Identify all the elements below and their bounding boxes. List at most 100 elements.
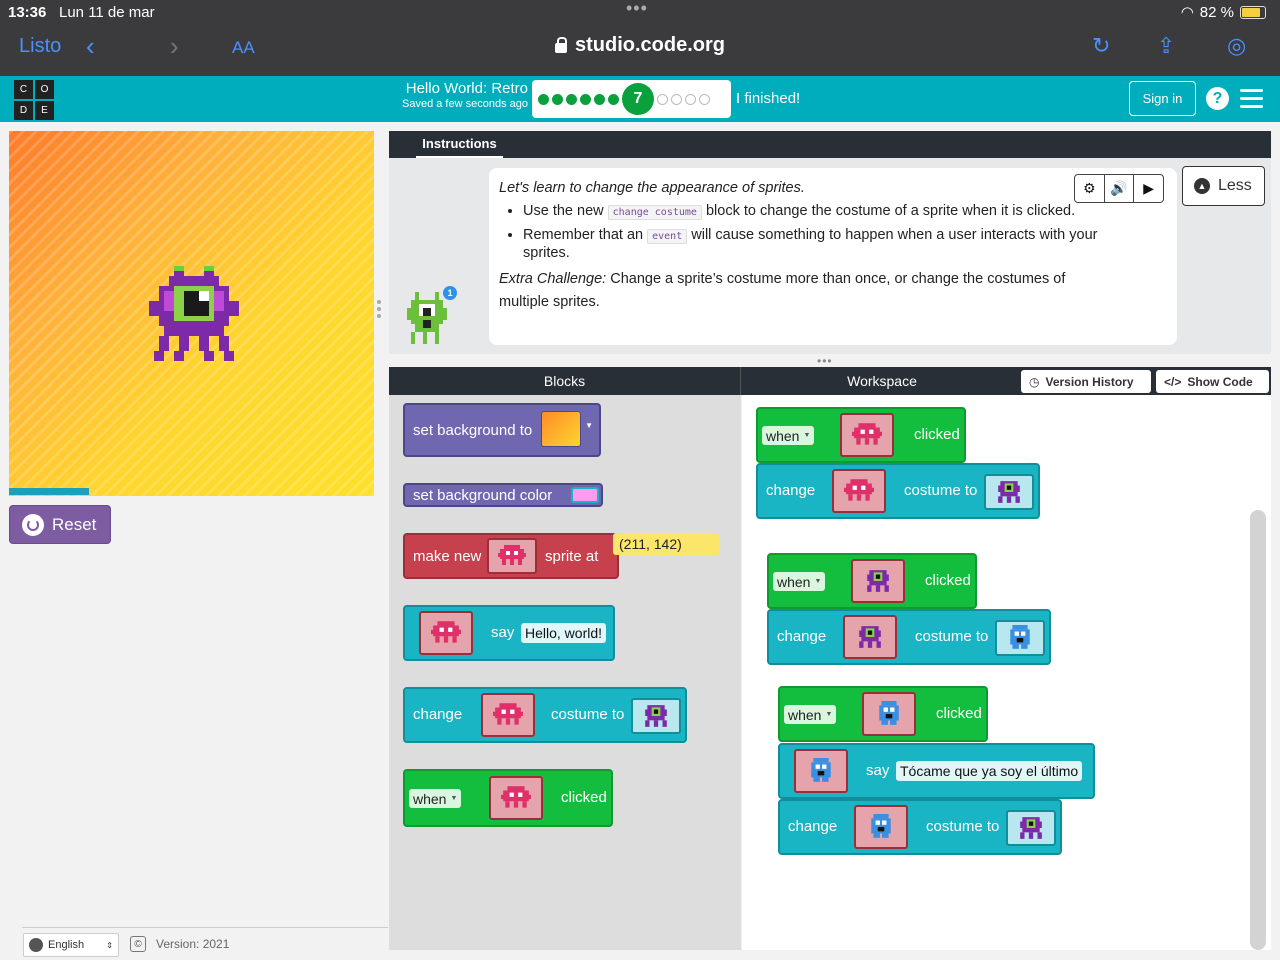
address-bar[interactable]: studio.code.org	[555, 34, 725, 57]
resize-grip-vertical[interactable]	[377, 300, 383, 321]
level-dot-upcoming[interactable]	[699, 93, 710, 105]
finished-link[interactable]: I finished!	[736, 90, 800, 107]
when-clicked-block[interactable]: when ▼ clicked	[778, 686, 988, 742]
sprite-picker[interactable]	[840, 413, 894, 457]
reload-icon[interactable]: ↻	[1092, 33, 1110, 59]
event-dropdown[interactable]: when ▼	[409, 789, 462, 808]
event-dropdown[interactable]: when ▼	[762, 426, 815, 445]
compass-icon[interactable]: ◎	[1227, 33, 1246, 59]
sprite-picker[interactable]	[419, 611, 473, 655]
change-costume-block[interactable]: change costume to	[778, 799, 1062, 855]
back-icon[interactable]: ‹	[86, 31, 95, 62]
status-right: ◠ 82 %	[1181, 3, 1266, 21]
purple-monster-icon	[998, 481, 1020, 503]
hamburger-menu-icon[interactable]	[1240, 89, 1263, 113]
multitask-dots-icon[interactable]: •••	[626, 0, 648, 19]
sprite-picker[interactable]	[489, 776, 543, 820]
code-logo[interactable]: C O D E	[14, 80, 54, 120]
instructions-tabbar: Instructions	[389, 131, 1271, 158]
lesson-title[interactable]: Hello World: Retro	[392, 80, 528, 97]
level-dot-current[interactable]: 7	[622, 83, 654, 115]
costume-picker[interactable]	[984, 474, 1034, 510]
sprite-picker[interactable]	[854, 805, 908, 849]
done-button[interactable]: Listo	[19, 35, 61, 58]
sprite-picker[interactable]	[832, 469, 886, 513]
forward-icon[interactable]: ›	[170, 31, 179, 62]
language-select[interactable]: English ⇕	[23, 933, 119, 957]
code-workspace[interactable]: when ▼ clicked change costume to when ▼ cl…	[742, 395, 1271, 950]
level-dot-completed[interactable]	[538, 93, 549, 105]
copyright-icon[interactable]: ©	[130, 936, 146, 952]
change-costume-block[interactable]: change costume to	[756, 463, 1040, 519]
sprite-picker[interactable]	[794, 749, 848, 793]
instructions-panel: 1 Let's learn to change the appearance o…	[389, 158, 1271, 354]
blocks-title: Blocks	[389, 367, 741, 395]
instructions-text: Let's learn to change the appearance of …	[499, 180, 1109, 314]
version-history-button[interactable]: ◷ Version History	[1021, 370, 1151, 393]
say-text-field[interactable]: Hello, world!	[521, 623, 607, 643]
sprite-picker[interactable]	[862, 692, 916, 736]
logo-letter: D	[14, 101, 33, 120]
help-icon[interactable]: ?	[1206, 87, 1229, 110]
level-dot-completed[interactable]	[594, 93, 605, 105]
sprite-picker[interactable]	[487, 538, 537, 574]
costume-picker[interactable]	[995, 620, 1045, 656]
sprite-picker[interactable]	[481, 693, 535, 737]
tab-instructions[interactable]: Instructions	[416, 131, 503, 158]
battery-icon	[1240, 5, 1266, 19]
sprite-picker[interactable]	[851, 559, 905, 603]
dropdown-arrow-icon: ▼	[585, 421, 593, 430]
language-value: English	[48, 939, 85, 951]
reset-button[interactable]: Reset	[9, 505, 111, 544]
level-dot-completed[interactable]	[566, 93, 577, 105]
less-label: Less	[1218, 177, 1252, 194]
event-dropdown[interactable]: when ▼	[773, 572, 826, 591]
level-dot-completed[interactable]	[608, 93, 619, 105]
code-icon: </>	[1164, 374, 1182, 389]
show-code-button[interactable]: </> Show Code	[1156, 370, 1269, 393]
costume-picker[interactable]	[631, 698, 681, 734]
browser-chrome: 13:36 Lun 11 de mar ••• ◠ 82 % Listo ‹ ›…	[0, 0, 1280, 76]
purple-monster-sprite[interactable]	[149, 266, 239, 361]
codeorg-header: C O D E Hello World: Retro Saved a few s…	[0, 76, 1280, 122]
play-icon[interactable]: ▶	[1134, 175, 1163, 202]
say-text-field[interactable]: Tócame que ya soy el último	[896, 761, 1083, 781]
color-picker-field[interactable]	[571, 487, 599, 503]
sign-in-button[interactable]: Sign in	[1129, 81, 1196, 116]
say-block[interactable]: say Tócame que ya soy el último	[778, 743, 1095, 799]
battery-percent: 82 %	[1199, 3, 1234, 21]
workspace-scrollbar[interactable]	[1250, 510, 1266, 950]
change-costume-block[interactable]: change costume to	[767, 609, 1051, 665]
text-size-button[interactable]: AA	[232, 38, 255, 58]
resize-grip-horizontal[interactable]: •••	[817, 354, 833, 368]
speed-icon[interactable]: ⚙	[1075, 175, 1105, 202]
instructions-lead: Let's learn to change the appearance of …	[499, 180, 805, 196]
when-clicked-block[interactable]: when ▼ clicked	[767, 553, 977, 609]
event-dropdown[interactable]: when ▼	[784, 705, 837, 724]
clock-icon: ◷	[1029, 374, 1040, 389]
say-block[interactable]: say Hello, world!	[403, 605, 615, 661]
level-dot-completed[interactable]	[580, 93, 591, 105]
level-dot-completed[interactable]	[552, 93, 563, 105]
status-time: 13:36	[8, 4, 47, 21]
make-new-sprite-block[interactable]: make new sprite at	[403, 533, 619, 579]
globe-icon	[29, 938, 43, 952]
level-dot-upcoming[interactable]	[685, 93, 696, 105]
level-dot-upcoming[interactable]	[671, 93, 682, 105]
chevron-up-icon: ▲	[1194, 178, 1210, 194]
game-stage[interactable]	[9, 131, 374, 496]
sprite-picker[interactable]	[843, 615, 897, 659]
level-dot-upcoming[interactable]	[657, 93, 668, 105]
when-clicked-block[interactable]: when ▼ clicked	[403, 769, 613, 827]
coordinates-field[interactable]: (211, 142)	[613, 533, 719, 555]
change-costume-block[interactable]: change costume to	[403, 687, 687, 743]
background-swatch[interactable]	[541, 411, 581, 447]
costume-picker[interactable]	[1006, 810, 1056, 846]
url-text: studio.code.org	[575, 34, 725, 56]
set-background-color-block[interactable]: set background color	[403, 483, 603, 507]
less-button[interactable]: ▲ Less	[1182, 166, 1265, 206]
set-background-block[interactable]: set background to ▼	[403, 403, 601, 457]
share-icon[interactable]: ⇪	[1157, 33, 1175, 59]
volume-icon[interactable]: 🔊	[1105, 175, 1135, 202]
when-clicked-block[interactable]: when ▼ clicked	[756, 407, 966, 463]
